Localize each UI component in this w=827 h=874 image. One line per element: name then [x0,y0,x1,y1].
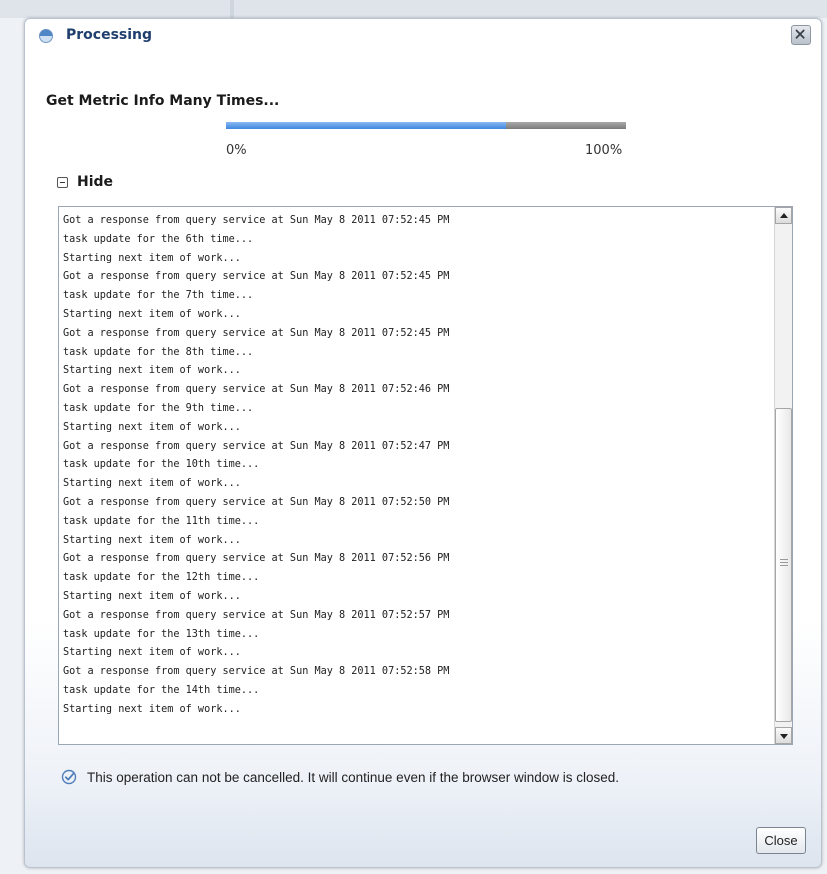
log-line: Starting next item of work... [63,534,241,546]
log-line: Got a response from query service at Sun… [63,609,450,621]
scrollbar-grip-icon [780,559,788,568]
scroll-down-button[interactable] [775,727,792,744]
collapse-minus-icon[interactable] [57,176,68,188]
progress-bar [226,122,626,129]
log-line: Got a response from query service at Sun… [63,215,450,226]
progress-min-label: 0% [226,143,247,158]
log-line: task update for the 10th time... [63,459,260,471]
log-line: task update for the 11th time... [63,515,260,527]
close-x-glyph [795,29,805,39]
log-line: Got a response from query service at Sun… [63,553,450,565]
log-output-text[interactable]: Got a response from query service at Sun… [63,212,768,740]
log-line: Starting next item of work... [63,252,241,264]
background-divider [230,0,234,18]
log-line: task update for the 14th time... [63,684,260,696]
progress-max-label: 100% [585,143,623,158]
log-scrollbar[interactable] [774,207,792,744]
log-line: task update for the 9th time... [63,402,254,414]
hide-log-label[interactable]: Hide [77,174,113,190]
log-line: Got a response from query service at Sun… [63,666,450,678]
notice-text: This operation can not be cancelled. It … [87,769,620,785]
background-header [0,0,827,18]
scroll-up-arrow-icon [780,213,788,218]
cancel-notice: This operation can not be cancelled. It … [61,769,619,785]
log-line: Starting next item of work... [63,365,241,377]
log-line: Starting next item of work... [63,478,241,490]
progress-bar-fill [226,122,506,129]
processing-spinner-icon [39,29,53,43]
log-line: task update for the 6th time... [63,233,254,245]
log-line: Starting next item of work... [63,703,241,715]
scroll-up-button[interactable] [775,207,792,224]
log-line: Got a response from query service at Sun… [63,271,450,283]
log-line: Starting next item of work... [63,647,241,659]
check-circle-icon [61,769,77,785]
dialog-title: Processing [66,27,153,43]
close-x-icon[interactable] [791,25,811,45]
log-line: task update for the 7th time... [63,290,254,302]
log-line: Starting next item of work... [63,421,241,433]
processing-dialog: Processing Get Metric Info Many Times...… [24,18,822,868]
hide-log-toggle[interactable]: Hide [57,173,113,191]
task-title: Get Metric Info Many Times... [46,93,280,109]
close-button[interactable]: Close [756,827,806,854]
log-line: Starting next item of work... [63,308,241,320]
log-line: Got a response from query service at Sun… [63,496,450,508]
scroll-down-arrow-icon [780,734,788,739]
log-line: task update for the 8th time... [63,346,254,358]
log-line: Starting next item of work... [63,590,241,602]
log-output-box[interactable]: Got a response from query service at Sun… [58,206,793,745]
log-line: Got a response from query service at Sun… [63,327,450,339]
log-line: Got a response from query service at Sun… [63,384,450,396]
scrollbar-thumb[interactable] [775,408,792,722]
log-line: task update for the 13th time... [63,628,260,640]
log-line: task update for the 12th time... [63,572,260,584]
log-line: Got a response from query service at Sun… [63,440,450,452]
